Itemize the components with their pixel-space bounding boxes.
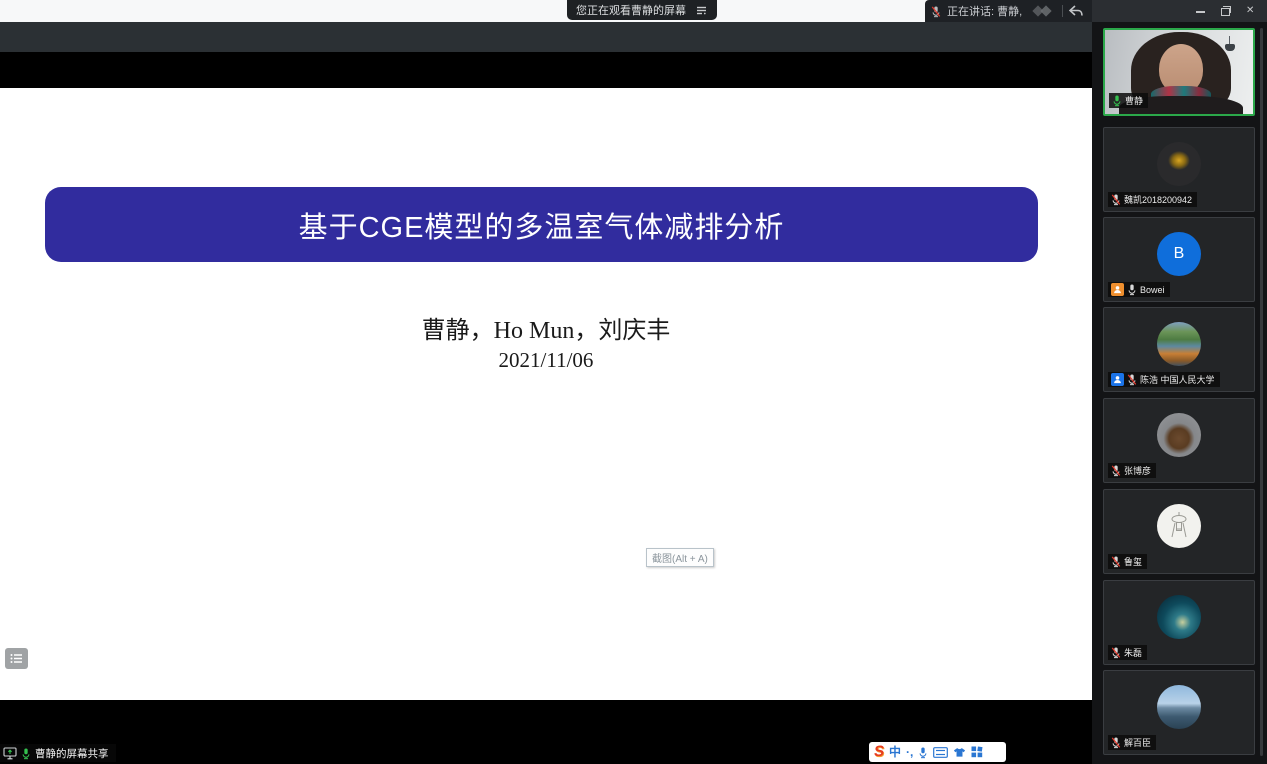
ime-language-mode[interactable]: 中	[889, 743, 901, 761]
avatar	[1157, 595, 1201, 639]
participant-name-bar: 陈浩 中国人民大学	[1108, 372, 1220, 387]
close-button[interactable]	[1245, 5, 1257, 17]
tower-sketch	[1166, 511, 1192, 541]
participants-sidebar: 曹静 魏凯2018200942 B	[1092, 0, 1267, 764]
avatar	[1157, 504, 1201, 548]
minimize-button[interactable]	[1195, 5, 1207, 17]
avatar	[1157, 685, 1201, 729]
participant-tile[interactable]: 朱磊	[1103, 580, 1255, 665]
meeting-window: 基于CGE模型的多温室气体减排分析 曹静，Ho Mun，刘庆丰 2021/11/…	[0, 0, 1267, 764]
ime-punctuation-toggle[interactable]: ·,	[906, 743, 913, 761]
participant-name-bar: 张博彦	[1108, 463, 1156, 478]
divider	[1062, 5, 1063, 17]
slide-date: 2021/11/06	[0, 348, 1092, 373]
participant-name: 鲁玺	[1124, 556, 1142, 568]
participant-tile[interactable]: B Bowei	[1103, 217, 1255, 302]
participant-name-bar: 曹静	[1109, 93, 1148, 108]
participant-name-bar: 朱磊	[1108, 645, 1147, 660]
participant-name: 陈浩 中国人民大学	[1140, 374, 1215, 386]
host-badge-icon	[1111, 283, 1124, 296]
ime-skin-icon[interactable]	[953, 747, 966, 758]
letterbox-top	[0, 52, 1092, 88]
ime-keyboard-icon[interactable]	[933, 747, 948, 758]
participant-name: 解百臣	[1124, 737, 1151, 749]
participant-name: 曹静	[1125, 95, 1143, 107]
mic-on-icon	[21, 747, 31, 760]
annotation-panel-toggle[interactable]	[5, 648, 28, 669]
avatar	[1157, 142, 1201, 186]
window-titlebar	[1092, 0, 1267, 22]
screen-share-icon	[3, 747, 17, 760]
ime-toolbar: S 中 ·,	[869, 742, 1006, 762]
participant-name-bar: 鲁玺	[1108, 554, 1147, 569]
participant-tile[interactable]: 魏凯2018200942	[1103, 127, 1255, 212]
participant-tile[interactable]: 陈浩 中国人民大学	[1103, 307, 1255, 392]
mic-muted-icon	[1111, 193, 1121, 206]
restore-button[interactable]	[1220, 5, 1232, 17]
participant-tile[interactable]: 解百臣	[1103, 670, 1255, 755]
speaking-status-text: 正在讲话: 曹静,	[947, 3, 1022, 19]
avatar	[1157, 322, 1201, 366]
back-arrow-icon[interactable]	[1069, 5, 1083, 17]
mic-muted-icon	[1111, 736, 1121, 749]
list-icon	[9, 652, 24, 665]
sidebar-scrollbar[interactable]	[1260, 28, 1263, 756]
slide-title-banner: 基于CGE模型的多温室气体减排分析	[45, 187, 1038, 262]
mic-on-icon	[1112, 94, 1122, 107]
share-source-badge: 曹静的屏幕共享	[0, 744, 116, 762]
speaking-status-bar: 正在讲话: 曹静,	[925, 0, 1092, 22]
participant-name: Bowei	[1140, 284, 1165, 296]
mic-on-icon	[1127, 283, 1137, 296]
meeting-app-logo-icon	[1030, 4, 1056, 18]
mic-muted-icon	[1111, 464, 1121, 477]
viewing-banner[interactable]: 您正在观看曹静的屏幕	[567, 0, 717, 20]
participant-name: 张博彦	[1124, 465, 1151, 477]
share-source-label: 曹静的屏幕共享	[35, 746, 109, 761]
avatar	[1157, 413, 1201, 457]
member-badge-icon	[1111, 373, 1124, 386]
screen-share-view: 基于CGE模型的多温室气体减排分析 曹静，Ho Mun，刘庆丰 2021/11/…	[0, 0, 1092, 764]
ime-voice-icon[interactable]	[918, 746, 928, 759]
shared-window-titlebar-strip	[0, 22, 1092, 52]
mic-muted-icon	[1111, 646, 1121, 659]
participant-tile-caojing[interactable]: 曹静	[1103, 28, 1255, 116]
screenshot-tooltip: 截图(Alt + A)	[646, 548, 714, 567]
participant-tile[interactable]: 鲁玺	[1103, 489, 1255, 574]
mic-muted-icon	[1127, 373, 1137, 386]
mic-muted-icon	[931, 5, 941, 18]
mic-muted-icon	[1111, 555, 1121, 568]
participant-name-bar: 解百臣	[1108, 735, 1156, 750]
avatar: B	[1157, 232, 1201, 276]
sogou-logo-icon[interactable]: S	[873, 743, 886, 761]
slide-authors: 曹静，Ho Mun，刘庆丰	[0, 310, 1092, 345]
toolbar-expand-icon[interactable]	[695, 5, 708, 16]
participant-tile[interactable]: 张博彦	[1103, 398, 1255, 483]
avatar-letter: B	[1157, 232, 1201, 276]
ime-toolbox-icon[interactable]	[971, 746, 983, 758]
video-background-lamp	[1225, 44, 1235, 51]
slide-title: 基于CGE模型的多温室气体减排分析	[299, 204, 785, 246]
participant-name-bar: Bowei	[1108, 282, 1170, 297]
participant-name: 魏凯2018200942	[1124, 194, 1192, 206]
participant-name-bar: 魏凯2018200942	[1108, 192, 1197, 207]
presentation-slide: 基于CGE模型的多温室气体减排分析 曹静，Ho Mun，刘庆丰 2021/11/…	[0, 88, 1092, 700]
participant-name: 朱磊	[1124, 647, 1142, 659]
viewing-banner-text: 您正在观看曹静的屏幕	[576, 2, 686, 18]
